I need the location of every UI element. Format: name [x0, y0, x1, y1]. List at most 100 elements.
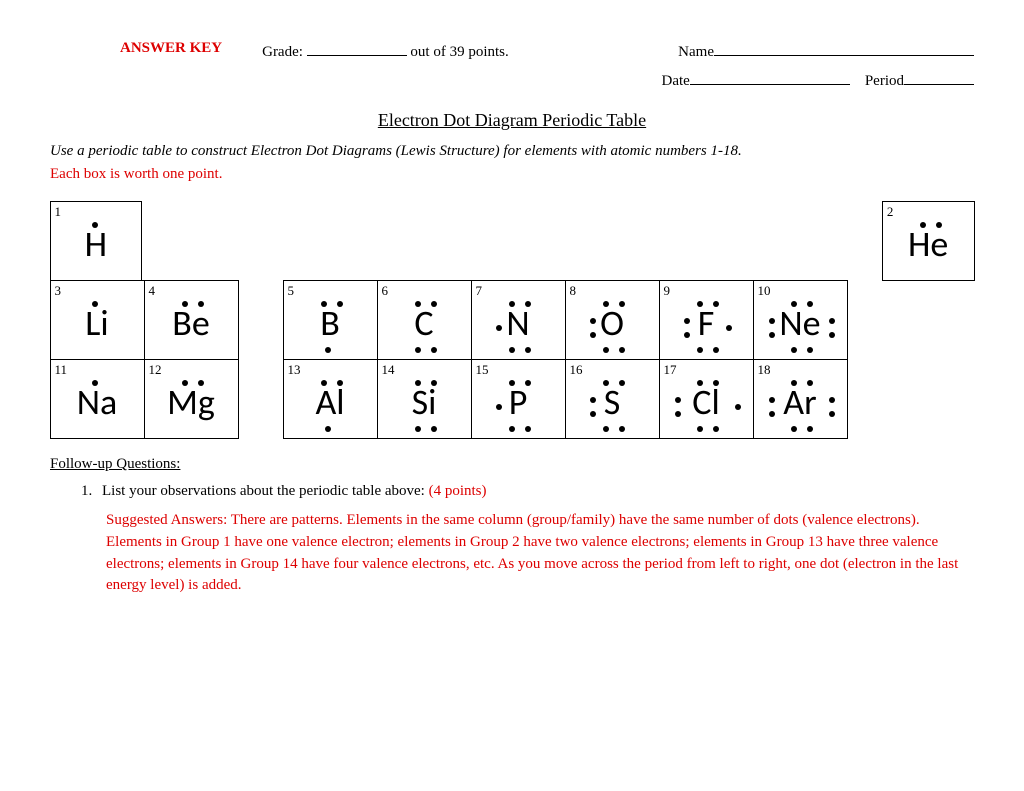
electron-dot	[198, 301, 204, 307]
atomic-number: 9	[664, 283, 671, 299]
element-cell-11: 11Na	[50, 359, 145, 439]
electron-dot	[791, 380, 797, 386]
electron-dot	[509, 380, 515, 386]
pt-gap	[238, 280, 283, 359]
element-symbol: Mg	[167, 384, 215, 420]
atomic-number: 17	[664, 362, 677, 378]
electron-dot	[769, 318, 775, 324]
electron-dot	[829, 397, 835, 403]
element-symbol: Na	[77, 384, 117, 420]
atomic-number: 14	[382, 362, 395, 378]
answer-key-label: ANSWER KEY	[120, 40, 222, 61]
pt-gap	[238, 359, 283, 438]
question-list: List your observations about the periodi…	[50, 483, 974, 500]
electron-dot	[829, 411, 835, 417]
element-symbol: Li	[85, 305, 108, 341]
followup-heading: Follow-up Questions:	[50, 456, 974, 473]
electron-dot	[829, 332, 835, 338]
question-1-points: (4 points)	[429, 483, 487, 499]
element-symbol: B	[320, 305, 340, 341]
period-label: Period	[865, 73, 904, 89]
question-1-text: List your observations about the periodi…	[102, 483, 425, 499]
electron-dot	[415, 426, 421, 432]
pt-gap	[142, 201, 883, 280]
electron-dot	[807, 301, 813, 307]
electron-dot	[791, 301, 797, 307]
pt-row-1: 1H 2He	[50, 201, 974, 280]
element-symbol: H	[85, 226, 107, 262]
electron-dot	[675, 411, 681, 417]
electron-dot	[619, 426, 625, 432]
element-symbol: P	[509, 384, 528, 420]
electron-dot	[807, 347, 813, 353]
electron-dot	[182, 380, 188, 386]
atomic-number: 4	[149, 283, 156, 299]
atomic-number: 13	[288, 362, 301, 378]
electron-dot	[713, 347, 719, 353]
element-symbol: Be	[172, 305, 210, 341]
name-label: Name	[678, 44, 714, 60]
electron-dot	[684, 318, 690, 324]
electron-dot	[325, 426, 331, 432]
element-cell-1: 1H	[50, 201, 143, 281]
element-cell-17: 17Cl	[659, 359, 754, 439]
page-title: Electron Dot Diagram Periodic Table	[50, 110, 974, 131]
electron-dot	[603, 426, 609, 432]
electron-dot	[182, 301, 188, 307]
element-cell-5: 5B	[283, 280, 378, 360]
date-period-field: Date Period	[662, 69, 975, 90]
atomic-number: 6	[382, 283, 389, 299]
atomic-number: 7	[476, 283, 483, 299]
element-cell-10: 10Ne	[753, 280, 848, 360]
points-note: Each box is worth one point.	[50, 166, 974, 183]
element-cell-7: 7N	[471, 280, 566, 360]
element-symbol: He	[908, 226, 948, 262]
atomic-number: 1	[55, 204, 62, 220]
element-cell-3: 3Li	[50, 280, 145, 360]
name-blank[interactable]	[714, 40, 974, 56]
electron-dot	[619, 347, 625, 353]
grade-label: Grade:	[262, 44, 303, 60]
electron-dot	[603, 380, 609, 386]
atomic-number: 5	[288, 283, 295, 299]
question-1: List your observations about the periodi…	[96, 483, 974, 500]
electron-dot	[684, 332, 690, 338]
element-symbol: O	[600, 305, 624, 341]
electron-dot	[713, 301, 719, 307]
electron-dot	[431, 380, 437, 386]
grade-field: Grade: out of 39 points.	[262, 40, 509, 61]
electron-dot	[590, 411, 596, 417]
electron-dot	[431, 347, 437, 353]
element-symbol: S	[604, 384, 621, 420]
electron-dot	[619, 301, 625, 307]
element-cell-16: 16S	[565, 359, 660, 439]
suggested-answer: Suggested Answers: There are patterns. E…	[106, 510, 974, 597]
electron-dot	[509, 426, 515, 432]
electron-dot	[769, 332, 775, 338]
electron-dot	[603, 301, 609, 307]
element-cell-15: 15 P	[471, 359, 566, 439]
electron-dot	[590, 318, 596, 324]
electron-dot	[92, 380, 98, 386]
electron-dot	[807, 380, 813, 386]
electron-dot	[619, 380, 625, 386]
period-blank[interactable]	[904, 69, 974, 85]
electron-dot	[920, 222, 926, 228]
electron-dot	[791, 426, 797, 432]
electron-dot	[525, 301, 531, 307]
grade-blank[interactable]	[307, 40, 407, 56]
date-blank[interactable]	[690, 69, 850, 85]
element-cell-13: 13Al	[283, 359, 378, 439]
atomic-number: 10	[758, 283, 771, 299]
atomic-number: 12	[149, 362, 162, 378]
atomic-number: 15	[476, 362, 489, 378]
electron-dot	[936, 222, 942, 228]
electron-dot	[509, 301, 515, 307]
electron-dot	[496, 404, 502, 410]
electron-dot	[697, 347, 703, 353]
element-cell-8: 8O	[565, 280, 660, 360]
electron-dot	[829, 318, 835, 324]
element-cell-2: 2 He	[882, 201, 975, 281]
atomic-number: 2	[887, 204, 894, 220]
element-cell-4: 4 Be	[144, 280, 239, 360]
